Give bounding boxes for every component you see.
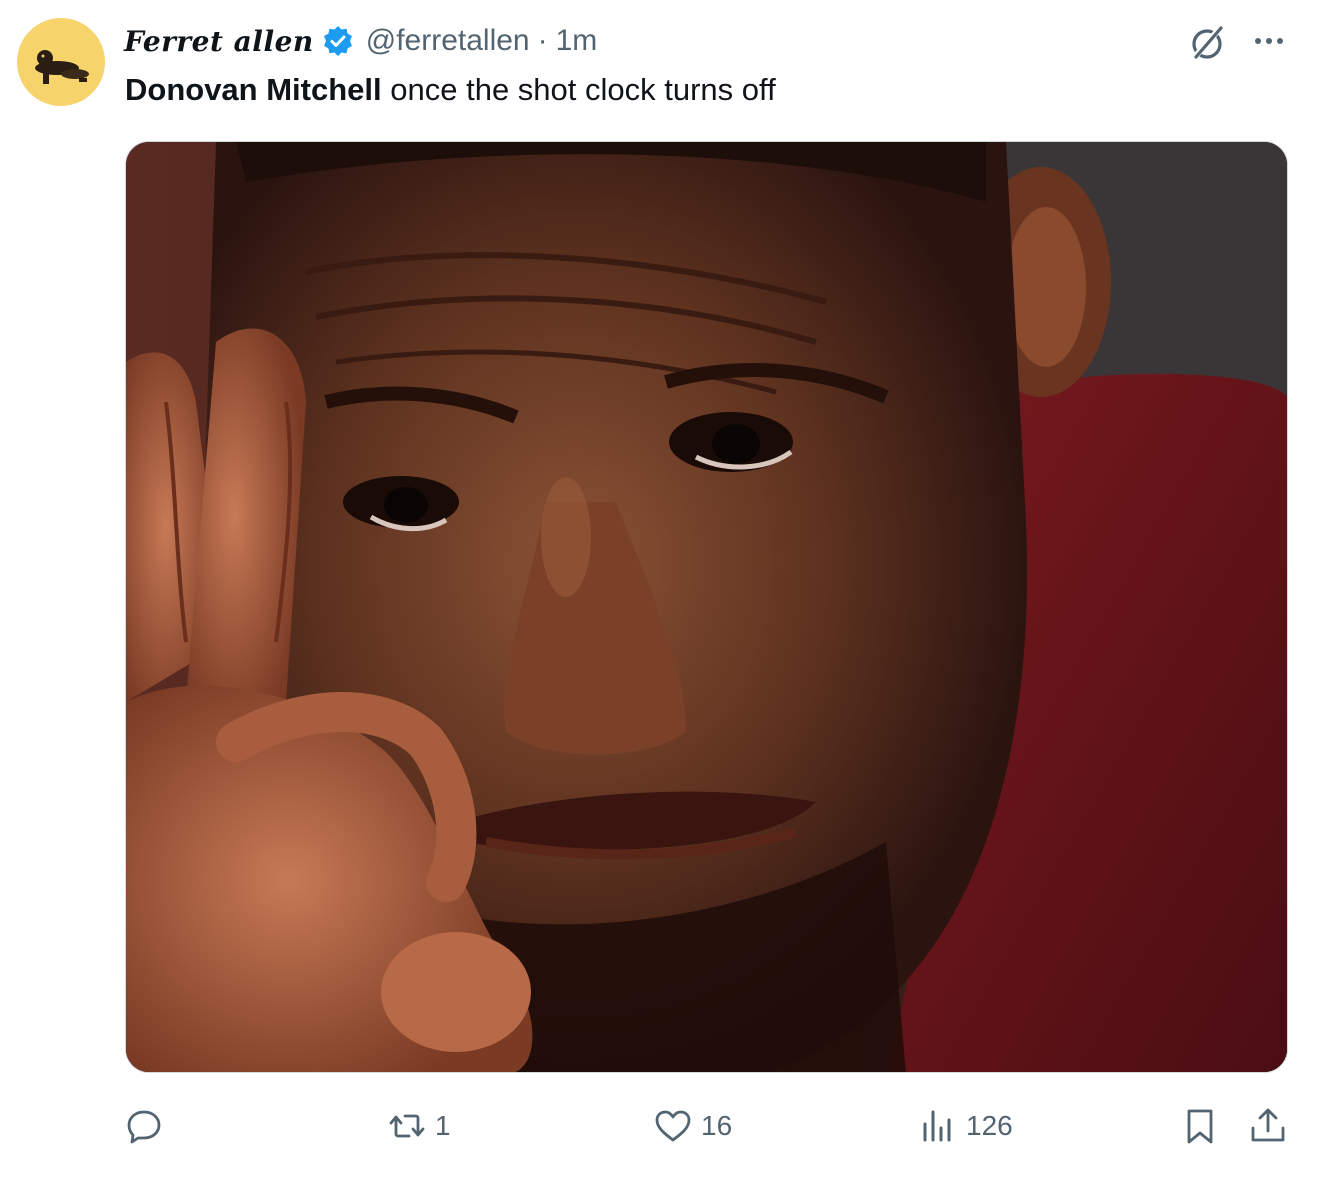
bookmark-icon	[1187, 1109, 1213, 1144]
reply-button[interactable]	[124, 1096, 164, 1156]
avatar[interactable]	[17, 18, 105, 106]
tweet-card[interactable]: Ferret allen @ferretallen · 1m Donovan M…	[0, 0, 1320, 1182]
views-count: 126	[966, 1110, 1013, 1141]
retweet-count: 1	[435, 1110, 451, 1141]
reply-icon	[127, 1110, 161, 1144]
share-icon	[1251, 1108, 1285, 1142]
tweet-text: Donovan Mitchell once the shot clock tur…	[125, 68, 776, 112]
verified-badge-icon	[322, 25, 354, 57]
bookmark-button[interactable]	[1180, 1096, 1220, 1156]
views-bar-icon	[923, 1110, 951, 1142]
share-button[interactable]	[1248, 1096, 1288, 1156]
tweet-header: Ferret allen @ferretallen · 1m	[124, 20, 597, 62]
heart-icon	[655, 1110, 691, 1142]
retweet-icon	[389, 1114, 425, 1138]
like-count: 16	[701, 1110, 733, 1141]
grok-icon[interactable]	[1186, 22, 1228, 64]
like-button[interactable]: 16	[653, 1096, 732, 1156]
views-button[interactable]: 126	[918, 1096, 1013, 1156]
more-dots-icon[interactable]	[1250, 26, 1288, 56]
action-bar: 1 16 126	[0, 1096, 1320, 1156]
timestamp[interactable]: 1m	[556, 24, 598, 58]
tweet-text-rest: once the shot clock turns off	[381, 72, 776, 107]
tweet-text-bold: Donovan Mitchell	[125, 72, 382, 107]
separator-dot: ·	[537, 24, 548, 57]
tweet-media-image[interactable]	[125, 141, 1288, 1073]
retweet-button[interactable]: 1	[387, 1096, 451, 1156]
display-name[interactable]: Ferret allen	[124, 25, 314, 58]
user-handle[interactable]: @ferretallen	[366, 24, 530, 58]
